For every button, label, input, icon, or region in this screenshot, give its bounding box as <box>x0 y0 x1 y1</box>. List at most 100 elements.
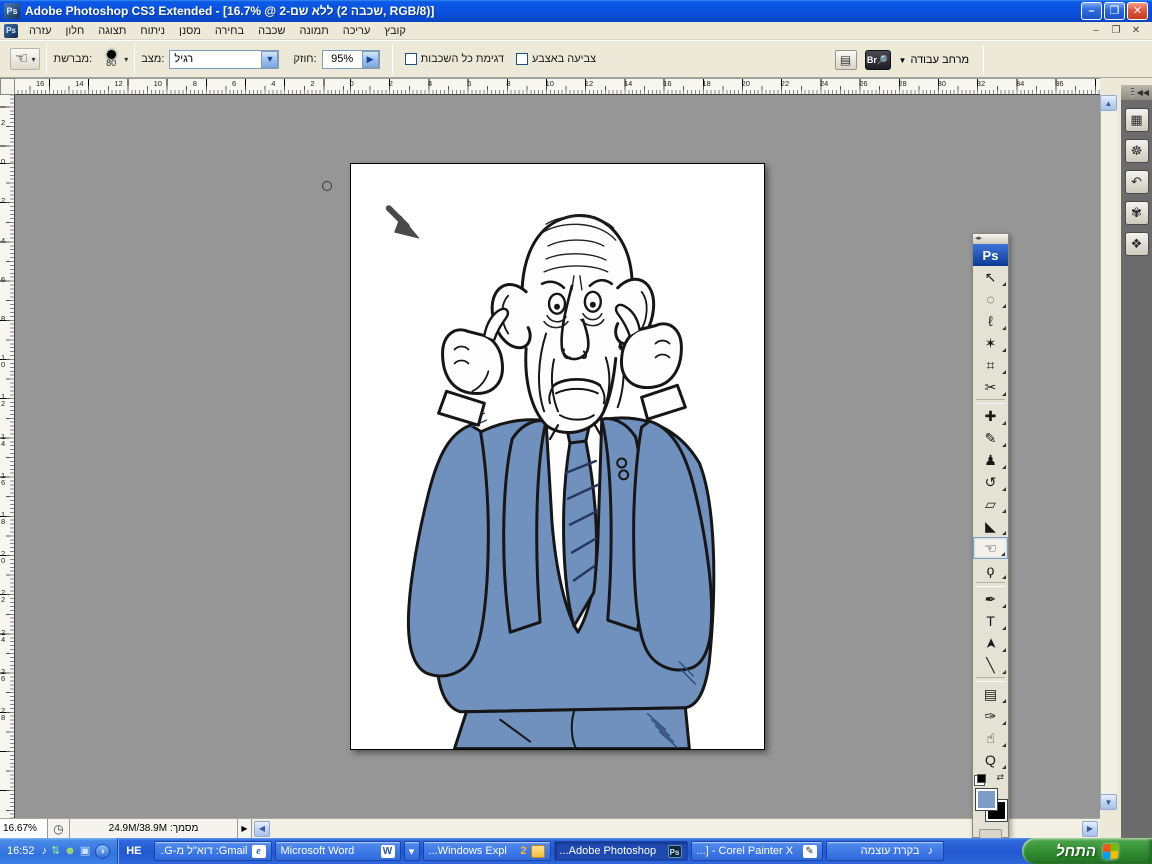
type-tool-icon: T <box>986 613 995 629</box>
workspace-dropdown[interactable]: מרחב עבודה ▼ <box>899 54 969 66</box>
elliptical-marquee-tool[interactable]: ◌ <box>973 288 1008 310</box>
toggle-brushes-palette-button[interactable]: ▤ <box>835 50 857 70</box>
menu-item-בחירה[interactable]: בחירה <box>208 23 251 39</box>
system-tray: 16:52 ♪⇅☻▣ › <box>0 838 118 864</box>
scroll-down-button[interactable]: ▼ <box>1100 794 1117 810</box>
combo-arrow-icon[interactable]: ▼ <box>261 51 278 68</box>
network-connections-icon[interactable]: ▣ <box>80 845 90 857</box>
finger-painting-checkbox[interactable] <box>516 53 528 65</box>
zoom-level-value: 16.67% <box>3 823 37 834</box>
document-icon[interactable]: Ps <box>4 24 18 38</box>
pen-tool[interactable]: ✒ <box>973 588 1008 610</box>
close-button[interactable]: ✕ <box>1127 2 1148 20</box>
menu-item-עריכה[interactable]: עריכה <box>336 23 378 39</box>
line-tool[interactable]: ╲ <box>973 654 1008 676</box>
status-menu-arrow[interactable]: ▶ <box>238 819 252 839</box>
default-colors-icon[interactable] <box>977 774 986 783</box>
hand-tool[interactable]: ☝ <box>973 727 1008 749</box>
strength-input[interactable]: 95% ▶ <box>322 50 380 69</box>
notes-tool[interactable]: ▤ <box>973 683 1008 705</box>
zoom-level-input[interactable]: 16.67% <box>0 819 48 839</box>
brushes-palette-button[interactable]: ✾ <box>1125 201 1149 225</box>
taskbar-button-6[interactable]: ...] - Corel Painter X✎ <box>691 841 823 861</box>
menu-item-מסנן[interactable]: מסנן <box>172 23 208 39</box>
tool-preset-button[interactable]: ☜ ▾ <box>10 48 40 70</box>
scroll-right-button[interactable]: ▶ <box>1082 821 1098 837</box>
eraser-tool[interactable]: ▱ <box>973 493 1008 515</box>
show-hidden-icons-button[interactable]: › <box>95 844 110 859</box>
brush-size: 80 <box>98 59 124 68</box>
scroll-up-button[interactable]: ▲ <box>1100 95 1117 111</box>
taskbar-button-7[interactable]: בקרת עוצמה♪ <box>826 841 944 861</box>
history-palette-button[interactable]: ↶ <box>1125 170 1149 194</box>
ruler-number: 14 <box>1 433 9 447</box>
path-selection-tool[interactable]: ➤ <box>973 632 1008 654</box>
toolbox-grip[interactable]: ◂▸ <box>973 234 1008 244</box>
clone-stamp-tool[interactable]: ♟ <box>973 449 1008 471</box>
brush-preview[interactable]: 80 <box>98 50 124 68</box>
status-info-icon[interactable]: ◷ <box>48 819 70 839</box>
document-restore-button[interactable]: ❐ <box>1109 24 1123 38</box>
horizontal-ruler[interactable]: 1614121086420246810121416182022242628303… <box>15 78 1100 95</box>
go-to-bridge-button[interactable]: Br🔎 <box>865 50 891 70</box>
brush-tool[interactable]: ✎ <box>973 427 1008 449</box>
tool-separator <box>976 677 1005 682</box>
messenger-icon[interactable]: ☻ <box>64 845 76 857</box>
crop-tool[interactable]: ⌗ <box>973 354 1008 376</box>
menu-item-חלון[interactable]: חלון <box>58 23 91 39</box>
foreground-color-swatch[interactable] <box>976 789 997 810</box>
lasso-tool[interactable]: ℓ <box>973 310 1008 332</box>
magic-wand-tool[interactable]: ✶ <box>973 332 1008 354</box>
menu-item-קובץ[interactable]: קובץ <box>377 23 412 39</box>
network-activity-icon[interactable]: ⇅ <box>51 845 60 857</box>
start-button[interactable]: התחל <box>1022 838 1152 864</box>
vertical-scrollbar[interactable]: ▲ ▼ <box>1100 95 1117 810</box>
menu-item-ניתוח[interactable]: ניתוח <box>133 23 172 39</box>
layers-palette-button[interactable]: ❖ <box>1125 232 1149 256</box>
menu-item-תמונה[interactable]: תמונה <box>292 23 335 39</box>
toolbox-palette: ◂▸ Ps ↖◌ℓ✶⌗✂✚✎♟↺▱◣☜ϙ✒T➤╲▤✑☝Q ⇄ <box>972 233 1009 838</box>
zoom-tool[interactable]: Q <box>973 749 1008 771</box>
language-indicator[interactable]: HE <box>118 845 149 857</box>
strength-arrow-button[interactable]: ▶ <box>362 51 379 68</box>
menu-item-שכבה[interactable]: שכבה <box>251 23 292 39</box>
smudge-tool[interactable]: ☜ <box>973 537 1008 559</box>
taskbar-button-2[interactable]: Microsoft WordW <box>275 841 401 861</box>
minimize-button[interactable]: – <box>1081 2 1102 20</box>
paint-bucket-tool[interactable]: ◣ <box>973 515 1008 537</box>
spot-healing-brush-tool[interactable]: ✚ <box>973 405 1008 427</box>
expand-dock-icon[interactable]: ◀◀ <box>1137 88 1149 97</box>
eyedropper-tool[interactable]: ✑ <box>973 705 1008 727</box>
dock-header[interactable]: ◀◀ <box>1121 85 1152 100</box>
scroll-left-button[interactable]: ◀ <box>254 821 270 837</box>
ruler-number: 2 <box>389 79 393 88</box>
restore-button[interactable]: ❐ <box>1104 2 1125 20</box>
taskbar-button-3[interactable]: ▾ <box>404 841 420 861</box>
menu-item-עזרה[interactable]: עזרה <box>22 23 58 39</box>
sample-all-layers-checkbox[interactable] <box>405 53 417 65</box>
type-tool[interactable]: T <box>973 610 1008 632</box>
vertical-ruler[interactable]: 20246810121416182022242628 <box>0 95 15 818</box>
document-canvas[interactable] <box>350 163 765 750</box>
document-minimize-button[interactable]: – <box>1089 24 1103 38</box>
history-brush-tool[interactable]: ↺ <box>973 471 1008 493</box>
taskbar-button-1[interactable]: Gmail: דוא"ל מ-G...e <box>154 841 272 861</box>
work-area[interactable] <box>15 95 1100 818</box>
swap-colors-icon[interactable]: ⇄ <box>996 772 1004 783</box>
photoshop-app-icon: Ps <box>4 3 20 19</box>
brush-dropdown-arrow-icon[interactable]: ▾ <box>124 55 128 64</box>
document-close-button[interactable]: ✕ <box>1129 24 1143 38</box>
move-tool[interactable]: ↖ <box>973 266 1008 288</box>
mode-combobox[interactable]: רגיל ▼ <box>169 50 279 69</box>
volume-icon[interactable]: ♪ <box>42 845 48 857</box>
slice-tool[interactable]: ✂ <box>973 376 1008 398</box>
taskbar-button-5[interactable]: ...Adobe PhotoshopPs <box>554 841 688 861</box>
taskbar-button-4[interactable]: ...Windows Expl2 <box>423 841 551 861</box>
dodge-tool[interactable]: ϙ <box>973 559 1008 581</box>
swatches-palette-button[interactable]: ▦ <box>1125 108 1149 132</box>
menu-item-תצוגה[interactable]: תצוגה <box>91 23 133 39</box>
navigator-palette-button[interactable]: ☸ <box>1125 139 1149 163</box>
workspace-label: מרחב עבודה <box>910 54 969 66</box>
ruler-corner <box>0 78 15 95</box>
taskbar-button-label: Microsoft Word <box>281 845 377 857</box>
